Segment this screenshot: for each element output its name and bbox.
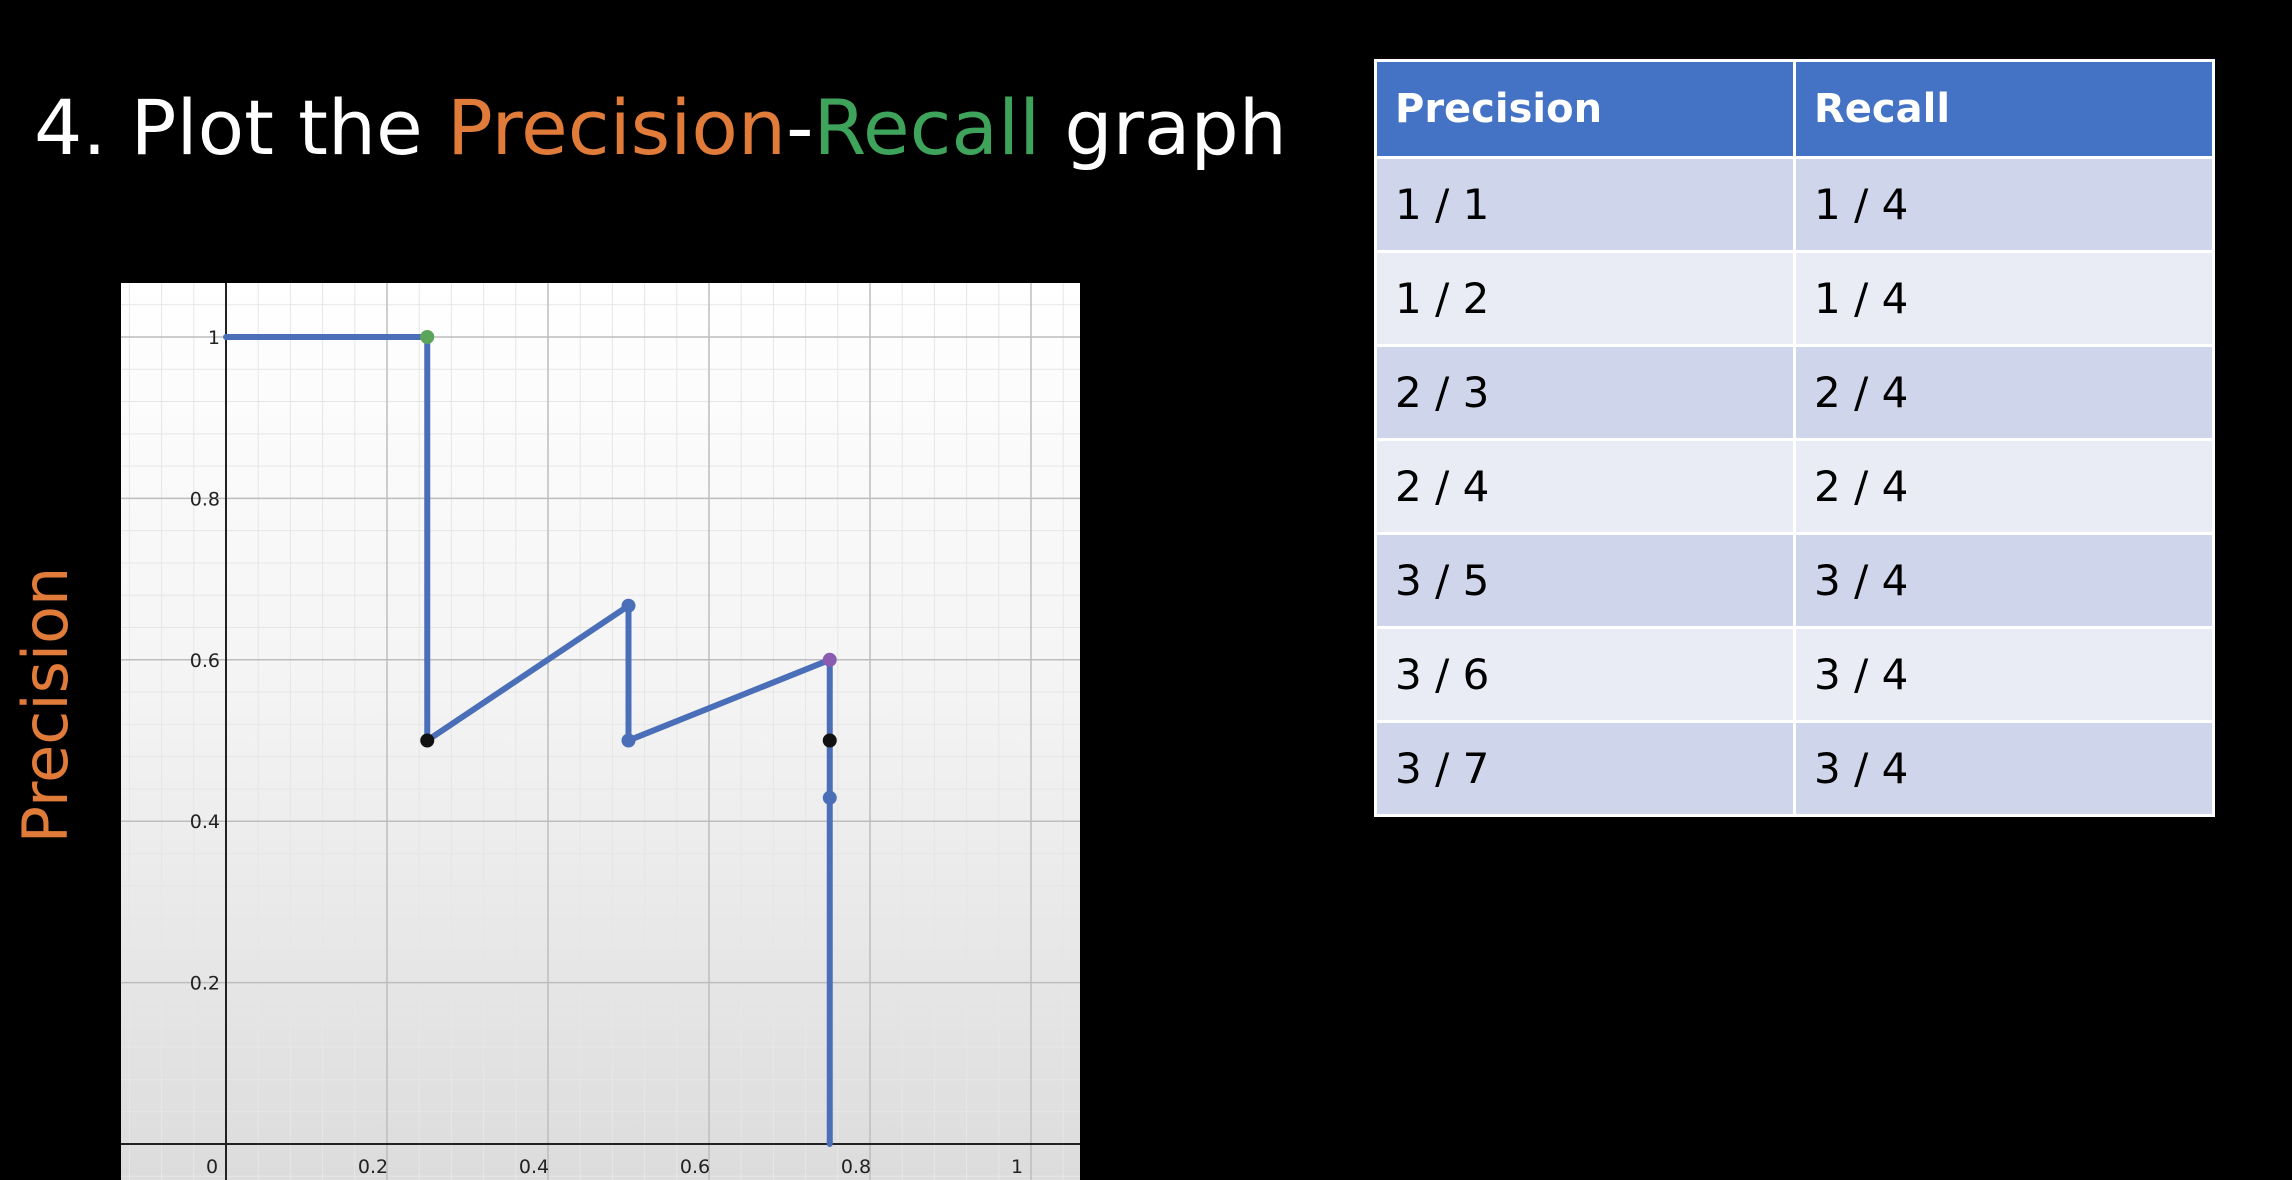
cell-precision: 3 / 7 — [1374, 720, 1796, 817]
cell-precision: 2 / 4 — [1374, 438, 1796, 535]
table-row: 2 / 32 / 4 — [1374, 344, 2215, 441]
table-row: 3 / 63 / 4 — [1374, 626, 2215, 723]
x-tick-label: 0 — [206, 1156, 218, 1178]
cell-recall: 1 / 4 — [1793, 250, 2215, 347]
precision-recall-table: Precision Recall 1 / 11 / 4 1 / 21 / 4 2… — [1374, 59, 2215, 817]
table-row: 2 / 42 / 4 — [1374, 438, 2215, 535]
data-point — [621, 598, 636, 613]
cell-recall: 3 / 4 — [1793, 626, 2215, 723]
x-tick-label: 0.6 — [680, 1156, 710, 1178]
y-tick-label: 1 — [208, 327, 220, 349]
data-point — [822, 790, 837, 805]
data-point — [822, 733, 837, 748]
y-tick-label: 0.4 — [190, 811, 220, 833]
y-tick-label: 0.2 — [190, 973, 220, 995]
cell-recall: 2 / 4 — [1793, 438, 2215, 535]
cell-precision: 3 / 5 — [1374, 532, 1796, 629]
table-row: 3 / 73 / 4 — [1374, 720, 2215, 817]
cell-recall: 1 / 4 — [1793, 156, 2215, 253]
header-recall: Recall — [1793, 59, 2215, 159]
data-point — [420, 733, 435, 748]
header-precision: Precision — [1374, 59, 1796, 159]
cell-precision: 2 / 3 — [1374, 344, 1796, 441]
cell-recall: 3 / 4 — [1793, 720, 2215, 817]
y-tick-label: 0.8 — [190, 488, 220, 510]
y-tick-label: 0.6 — [190, 650, 220, 672]
data-point — [621, 733, 636, 748]
plot-area — [121, 283, 1080, 1180]
cell-recall: 2 / 4 — [1793, 344, 2215, 441]
data-point — [420, 330, 435, 344]
cell-precision: 3 / 6 — [1374, 626, 1796, 723]
table-row: 3 / 53 / 4 — [1374, 532, 2215, 629]
data-point — [822, 652, 837, 667]
cell-recall: 3 / 4 — [1793, 532, 2215, 629]
x-tick-label: 1 — [1011, 1156, 1023, 1178]
x-tick-label: 0.4 — [519, 1156, 549, 1178]
cell-precision: 1 / 1 — [1374, 156, 1796, 253]
table-row: 1 / 11 / 4 — [1374, 156, 2215, 253]
x-tick-label: 0.8 — [841, 1156, 871, 1178]
table-header-row: Precision Recall — [1374, 59, 2215, 159]
x-tick-label: 0.2 — [358, 1156, 388, 1178]
table-row: 1 / 21 / 4 — [1374, 250, 2215, 347]
cell-precision: 1 / 2 — [1374, 250, 1796, 347]
